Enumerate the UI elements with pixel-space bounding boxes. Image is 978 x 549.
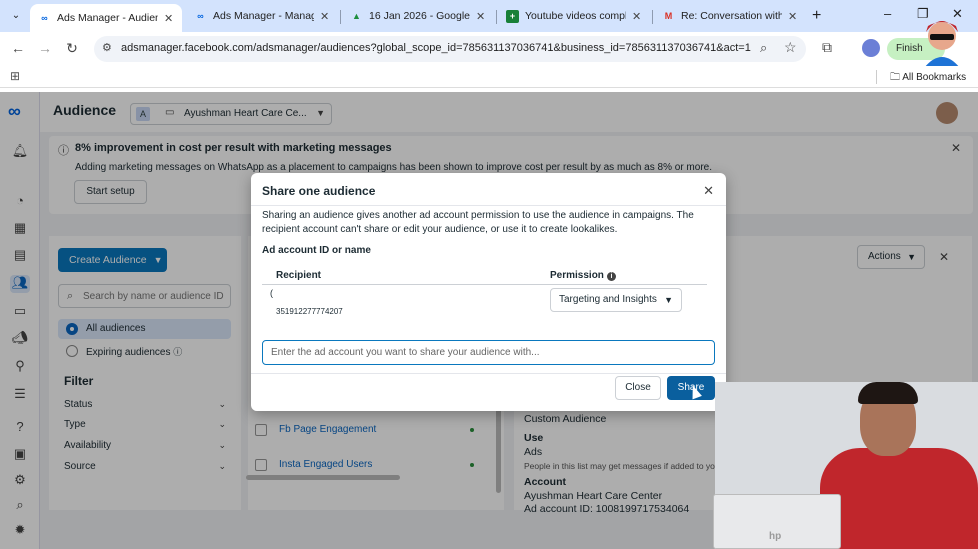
- tab-ads-manager-manage[interactable]: ∞ Ads Manager - Manage ads ✕: [186, 4, 338, 28]
- recipient-id: 351912277774207: [276, 307, 343, 314]
- meta-icon: ∞: [41, 12, 48, 23]
- apps-grid-icon[interactable]: ⊞: [10, 69, 20, 83]
- divider: [251, 205, 726, 206]
- bookmark-star-icon[interactable]: ☆: [784, 39, 797, 56]
- permission-select[interactable]: Targeting and Insights ▼: [550, 288, 682, 312]
- close-tab-icon[interactable]: ✕: [476, 10, 486, 23]
- close-button[interactable]: Close: [615, 376, 661, 400]
- tab-separator: [496, 10, 497, 24]
- ad-account-input[interactable]: [262, 340, 715, 365]
- tab-separator: [340, 10, 341, 24]
- extensions-icon[interactable]: ⧉: [822, 39, 832, 56]
- presenter-shirt: [820, 448, 978, 549]
- all-bookmarks[interactable]: 🗀 All Bookmarks: [890, 70, 966, 87]
- profile-avatar-icon[interactable]: [862, 39, 880, 57]
- bookmark-separator: [876, 70, 877, 84]
- presenter-hair: [858, 382, 918, 404]
- tab-separator: [652, 10, 653, 24]
- zoom-icon[interactable]: ⌕: [760, 40, 767, 56]
- permission-column-header: Permission i: [550, 270, 616, 281]
- tab-youtube-sheet[interactable]: + Youtube videos complete ✕: [498, 4, 650, 28]
- tab-ads-manager-audiences[interactable]: ∞ Ads Manager - Audiences ✕: [30, 4, 182, 32]
- share-audience-dialog: Share one audience ✕ Sharing an audience…: [251, 173, 726, 411]
- url-text: adsmanager.facebook.com/adsmanager/audie…: [121, 42, 751, 54]
- close-icon[interactable]: ✕: [703, 183, 714, 199]
- close-tab-icon[interactable]: ✕: [320, 10, 330, 23]
- laptop-logo-icon: hp: [769, 531, 782, 542]
- meta-icon: ∞: [197, 10, 204, 21]
- footer-divider: [251, 373, 726, 374]
- site-settings-icon[interactable]: ⚙: [102, 41, 112, 54]
- tab-gmail[interactable]: M Re: Conversation with Ads ✕: [654, 4, 806, 28]
- dialog-description: Sharing an audience gives another ad acc…: [262, 210, 694, 235]
- gmail-icon: M: [664, 10, 673, 21]
- minimize-button[interactable]: –: [884, 6, 891, 21]
- tab-search-icon[interactable]: ⌄: [6, 7, 26, 25]
- back-icon[interactable]: ←: [9, 40, 27, 56]
- account-id-subheading: Ad account ID or name: [262, 245, 371, 256]
- recipient-name: (: [270, 288, 273, 298]
- address-bar[interactable]: ⚙ adsmanager.facebook.com/adsmanager/aud…: [94, 36, 806, 62]
- chevron-down-icon: ▼: [664, 295, 673, 305]
- bookmarks-bar: [0, 66, 978, 88]
- tab-google-drive[interactable]: ▲ 16 Jan 2026 - Google Drive ✕: [342, 4, 494, 28]
- close-tab-icon[interactable]: ✕: [788, 10, 798, 23]
- dialog-title: Share one audience: [262, 184, 376, 198]
- drive-icon: ▲: [352, 10, 361, 21]
- close-tab-icon[interactable]: ✕: [632, 10, 642, 23]
- folder-icon: 🗀: [890, 72, 900, 83]
- info-icon[interactable]: i: [606, 272, 616, 281]
- channel-avatar-sticker: [924, 21, 960, 68]
- recipient-column-header: Recipient: [276, 270, 322, 281]
- table-divider: [262, 284, 707, 285]
- reload-icon[interactable]: ↻: [63, 40, 81, 57]
- new-tab-button[interactable]: +: [812, 7, 821, 25]
- forward-icon[interactable]: →: [36, 40, 54, 56]
- close-tab-icon[interactable]: ✕: [164, 12, 174, 25]
- sheets-icon: +: [506, 9, 519, 23]
